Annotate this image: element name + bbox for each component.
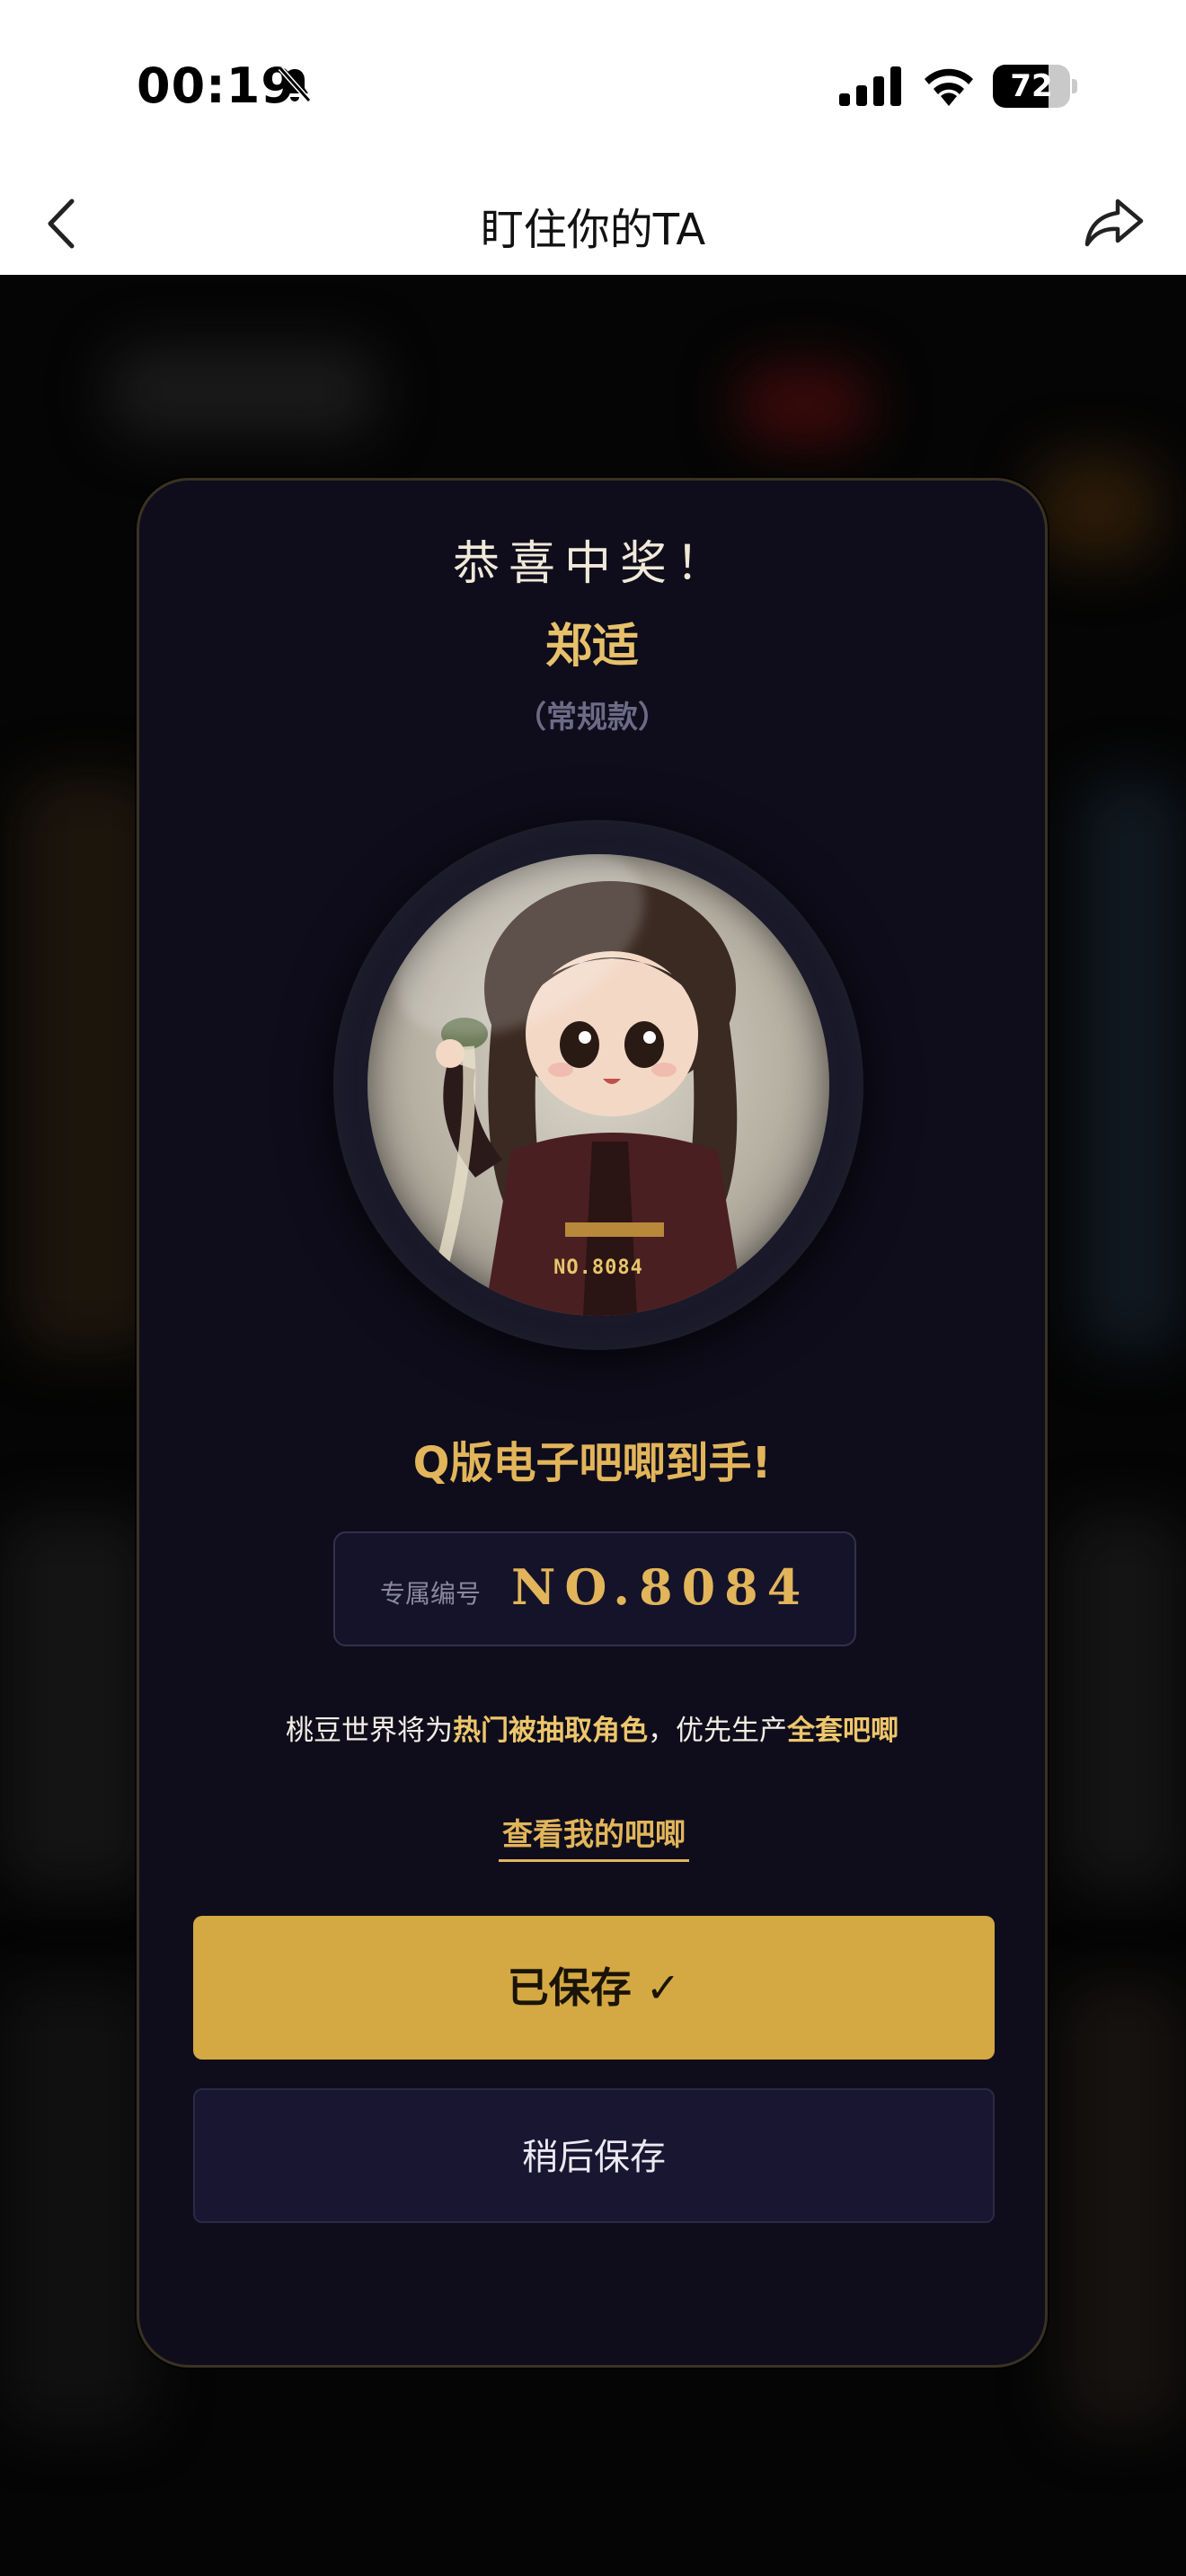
serial-number-box: 专属编号 NO.8084 — [333, 1531, 856, 1646]
saved-button[interactable]: 已保存 ✓ — [193, 1916, 995, 2060]
battery-level: 72 — [1010, 68, 1053, 104]
info-highlight-full-set: 全套吧唧 — [787, 1715, 898, 1747]
info-text-part2: ，优先生产 — [648, 1715, 787, 1747]
status-time: 00:19 — [137, 57, 296, 114]
battery-icon: 72 — [993, 65, 1077, 108]
page-title: 盯住你的TA — [480, 205, 706, 255]
congrats-heading: 恭喜中奖！ — [452, 537, 731, 591]
share-icon[interactable] — [1082, 189, 1146, 253]
serial-label: 专属编号 — [380, 1579, 482, 1609]
status-bar: 00:19 72 — [0, 0, 1186, 171]
info-text-part1: 桃豆世界将为 — [286, 1715, 453, 1747]
obtained-text: Q版电子吧唧到手! — [412, 1438, 772, 1488]
nav-bar: 盯住你的TA — [0, 171, 1186, 275]
character-badge-image: NO.8084 — [367, 854, 829, 1316]
serial-value: NO.8084 — [511, 1558, 810, 1616]
bell-off-icon — [278, 66, 312, 102]
prize-modal: 恭喜中奖！ 郑适 （常规款） NO.8084 Q版电子吧唧到手! 专属编号 NO… — [137, 478, 1048, 2368]
character-name: 郑适 — [544, 620, 639, 674]
badge-frame: NO.8084 — [333, 820, 863, 1350]
save-later-button[interactable]: 稍后保存 — [193, 2088, 995, 2223]
variant-label: （常规款） — [516, 700, 668, 736]
info-highlight-hot-characters: 热门被抽取角色 — [453, 1715, 648, 1747]
view-my-badges-link[interactable]: 查看我的吧唧 — [499, 1810, 689, 1862]
info-text: 桃豆世界将为热门被抽取角色，优先生产全套吧唧 — [139, 1707, 1045, 1748]
badge-number: NO.8084 — [553, 1257, 643, 1279]
wifi-icon — [925, 68, 973, 106]
cellular-signal-icon — [839, 66, 901, 106]
